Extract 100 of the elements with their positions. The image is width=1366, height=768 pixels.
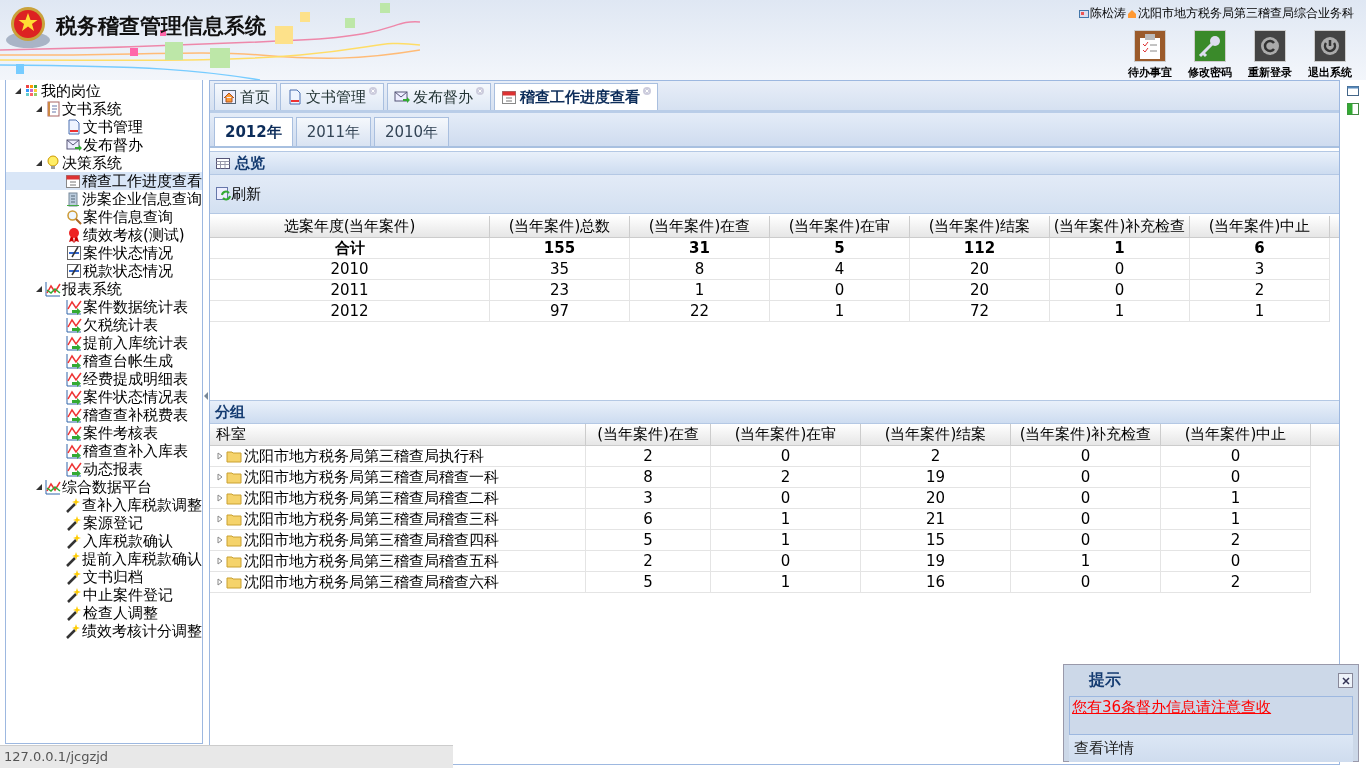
- toolbar-button[interactable]: 待办事宜: [1126, 30, 1174, 80]
- chart-arrow-icon: [66, 317, 82, 333]
- chart-arrow-icon: [66, 353, 82, 369]
- magic-wand-icon: [66, 605, 82, 621]
- table-cell: 沈阳市地方税务局第三稽查局执行科: [244, 446, 484, 466]
- column-header[interactable]: (当年案件)在审: [711, 424, 861, 445]
- column-header[interactable]: 选案年度(当年案件): [210, 216, 490, 237]
- tree-item[interactable]: 提前入库税款确认: [6, 550, 202, 568]
- tree-item[interactable]: 入库税款确认: [6, 532, 202, 550]
- tree-item[interactable]: 稽查工作进度查看: [6, 172, 202, 190]
- tree-item[interactable]: 案件状态情况表: [6, 388, 202, 406]
- tree-item[interactable]: 稽查台帐生成: [6, 352, 202, 370]
- year-tab[interactable]: 2012年: [214, 117, 293, 146]
- section-title: 分组: [215, 402, 245, 422]
- tab[interactable]: 文书管理: [280, 83, 384, 110]
- expand-arrow-icon[interactable]: [14, 87, 24, 95]
- column-header[interactable]: (当年案件)在查: [630, 216, 770, 237]
- tree-item[interactable]: 税款状态情况: [6, 262, 202, 280]
- column-header[interactable]: 科室: [210, 424, 586, 445]
- column-header[interactable]: (当年案件)在查: [586, 424, 711, 445]
- view-details-button[interactable]: 查看详情: [1069, 735, 1353, 762]
- table-icon: [215, 155, 231, 171]
- mail-icon: [66, 137, 82, 153]
- toolbar-button[interactable]: 修改密码: [1186, 30, 1234, 80]
- expand-arrow-icon[interactable]: [35, 105, 45, 113]
- tree-item[interactable]: 检查人调整: [6, 604, 202, 622]
- tree-item[interactable]: 决策系统: [6, 154, 202, 172]
- expand-arrow-icon[interactable]: [35, 285, 45, 293]
- tree-item[interactable]: 绩效考核计分调整: [6, 622, 202, 640]
- table-cell: 21: [861, 509, 1011, 530]
- refresh-button[interactable]: 刷新: [215, 184, 261, 204]
- tree-item[interactable]: 文书管理: [6, 118, 202, 136]
- table-cell: 1: [711, 572, 861, 593]
- tree-item[interactable]: 报表系统: [6, 280, 202, 298]
- tree-item[interactable]: 文书系统: [6, 100, 202, 118]
- tree-item[interactable]: 综合数据平台: [6, 478, 202, 496]
- column-header[interactable]: (当年案件)中止: [1190, 216, 1330, 237]
- tree-item[interactable]: 涉案企业信息查询: [6, 190, 202, 208]
- close-button[interactable]: [1338, 673, 1353, 688]
- tree-item[interactable]: 案件状态情况: [6, 244, 202, 262]
- tab[interactable]: 首页: [214, 83, 277, 110]
- magic-wand-icon: [66, 515, 82, 531]
- table-cell: 16: [861, 572, 1011, 593]
- table-cell: 沈阳市地方税务局第三稽查局稽查三科: [244, 509, 499, 529]
- close-icon[interactable]: [369, 87, 377, 95]
- tree-item[interactable]: 绩效考核(测试): [6, 226, 202, 244]
- table-cell: 97: [490, 301, 630, 322]
- tab[interactable]: 稽查工作进度查看: [494, 83, 658, 110]
- tree-item[interactable]: 我的岗位: [6, 82, 202, 100]
- tree-item[interactable]: 动态报表: [6, 460, 202, 478]
- expand-arrow-icon[interactable]: [35, 483, 45, 491]
- table-cell: 沈阳市地方税务局第三稽查局稽查五科: [244, 551, 499, 571]
- tree-item[interactable]: 发布督办: [6, 136, 202, 154]
- year-tab[interactable]: 2011年: [295, 117, 371, 146]
- table-cell: 沈阳市地方税务局第三稽查局稽查二科: [244, 488, 499, 508]
- column-header[interactable]: (当年案件)结案: [861, 424, 1011, 445]
- chart-arrow-icon: [66, 461, 82, 477]
- column-header[interactable]: (当年案件)结案: [910, 216, 1050, 237]
- tree-item[interactable]: 欠税统计表: [6, 316, 202, 334]
- tree-item[interactable]: 文书归档: [6, 568, 202, 586]
- tree-item[interactable]: 经费提成明细表: [6, 370, 202, 388]
- column-header[interactable]: (当年案件)中止: [1161, 424, 1311, 445]
- window-icon[interactable]: [1345, 83, 1361, 99]
- expand-arrow-icon[interactable]: [35, 159, 45, 167]
- tree-item[interactable]: 案件考核表: [6, 424, 202, 442]
- table-cell: 20: [861, 488, 1011, 509]
- tab[interactable]: 发布督办: [387, 83, 491, 110]
- tree-item[interactable]: 案件信息查询: [6, 208, 202, 226]
- chart-arrow-icon: [66, 299, 82, 315]
- column-header[interactable]: (当年案件)补充检查: [1011, 424, 1161, 445]
- close-icon[interactable]: [476, 87, 484, 95]
- toolbar-button[interactable]: 退出系统: [1306, 30, 1354, 80]
- tree-item[interactable]: 查补入库税款调整: [6, 496, 202, 514]
- building-icon: [65, 191, 81, 207]
- column-header[interactable]: (当年案件)在审: [770, 216, 910, 237]
- table-cell: 1: [1190, 301, 1330, 322]
- tree-item[interactable]: 案件数据统计表: [6, 298, 202, 316]
- table-cell: 2011: [210, 280, 490, 301]
- chart-arrow-icon: [66, 335, 82, 351]
- chart-arrow-icon: [66, 371, 82, 387]
- table-cell: 35: [490, 259, 630, 280]
- tree-item[interactable]: 中止案件登记: [6, 586, 202, 604]
- table-cell: 22: [630, 301, 770, 322]
- close-icon[interactable]: [643, 87, 651, 95]
- table-cell: 19: [861, 467, 1011, 488]
- tree-item[interactable]: 提前入库统计表: [6, 334, 202, 352]
- column-header[interactable]: (当年案件)补充检查: [1050, 216, 1190, 237]
- export-icon[interactable]: [1345, 101, 1361, 117]
- folder-icon: [226, 574, 242, 590]
- table-cell: 19: [861, 551, 1011, 572]
- tree-item[interactable]: 稽查查补税费表: [6, 406, 202, 424]
- table-cell: 2010: [210, 259, 490, 280]
- toolbar-button[interactable]: 重新登录: [1246, 30, 1294, 80]
- table-cell: 31: [630, 238, 770, 259]
- tree-item[interactable]: 案源登记: [6, 514, 202, 532]
- column-header[interactable]: (当年案件)总数: [490, 216, 630, 237]
- year-tab[interactable]: 2010年: [373, 117, 450, 146]
- table-cell: 0: [1011, 488, 1161, 509]
- table-cell: 6: [586, 509, 711, 530]
- tree-item[interactable]: 稽查查补入库表: [6, 442, 202, 460]
